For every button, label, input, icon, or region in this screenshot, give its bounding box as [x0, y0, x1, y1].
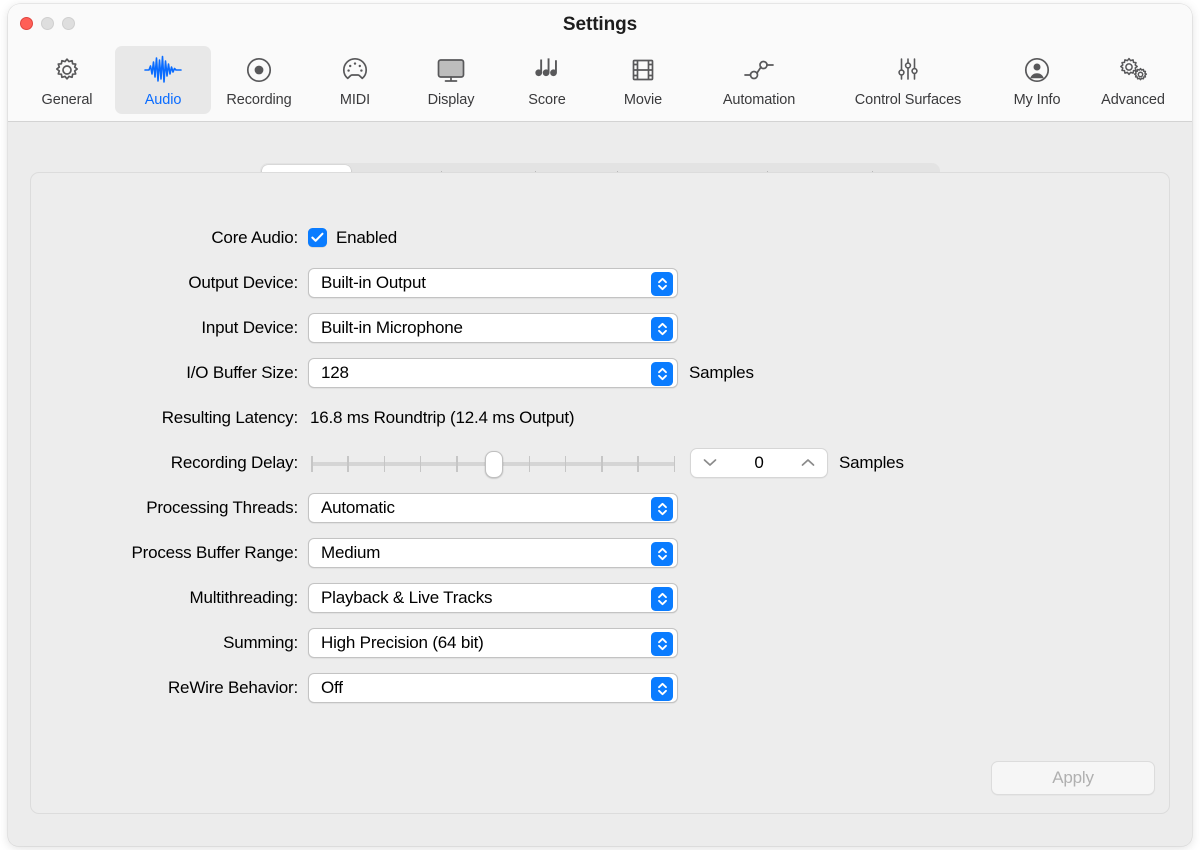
title-bar: Settings General Audio	[8, 4, 1192, 122]
row-process-buffer-range: Process Buffer Range: Medium	[31, 530, 1169, 575]
checkbox-checked-icon[interactable]	[308, 228, 327, 247]
recording-delay-value: 0	[754, 453, 763, 473]
record-dot-icon	[244, 53, 274, 87]
chevron-up-down-icon[interactable]	[651, 317, 673, 341]
resulting-latency-value: 16.8 ms Roundtrip (12.4 ms Output)	[308, 408, 574, 428]
recording-delay-slider[interactable]	[308, 448, 678, 478]
toolbar-item-audio[interactable]: Audio	[115, 46, 211, 114]
double-gear-icon	[1116, 53, 1150, 87]
chevron-up-down-icon[interactable]	[651, 677, 673, 701]
row-io-buffer-size: I/O Buffer Size: 128 Samples	[31, 350, 1169, 395]
settings-toolbar: General Audio Recordi	[8, 46, 1192, 114]
processing-threads-label: Processing Threads:	[31, 498, 308, 518]
output-device-value: Built-in Output	[309, 273, 426, 293]
film-strip-icon	[628, 53, 658, 87]
core-audio-label: Core Audio:	[31, 228, 308, 248]
row-output-device: Output Device: Built-in Output	[31, 260, 1169, 305]
resulting-latency-label: Resulting Latency:	[31, 408, 308, 428]
toolbar-item-label: General	[42, 92, 93, 108]
io-buffer-size-select[interactable]: 128	[308, 358, 678, 388]
chevron-up-down-icon[interactable]	[651, 362, 673, 386]
stepper-increment-icon[interactable]	[801, 458, 815, 467]
apply-button[interactable]: Apply	[991, 761, 1155, 795]
toolbar-item-label: Audio	[145, 92, 182, 108]
summing-select[interactable]: High Precision (64 bit)	[308, 628, 678, 658]
input-device-select[interactable]: Built-in Microphone	[308, 313, 678, 343]
core-audio-checkbox-group[interactable]: Enabled	[308, 228, 397, 248]
settings-form: Core Audio: Enabled Output Device: Built…	[31, 215, 1169, 710]
apply-button-row: Apply	[991, 761, 1155, 795]
recording-delay-stepper[interactable]: 0	[690, 448, 828, 478]
toolbar-item-score[interactable]: Score	[499, 46, 595, 114]
chevron-up-down-icon[interactable]	[651, 497, 673, 521]
row-recording-delay: Recording Delay:	[31, 440, 1169, 485]
summing-value: High Precision (64 bit)	[309, 633, 484, 653]
processing-threads-value: Automatic	[309, 498, 395, 518]
recording-delay-unit: Samples	[839, 453, 904, 473]
process-buffer-range-select[interactable]: Medium	[308, 538, 678, 568]
multithreading-select[interactable]: Playback & Live Tracks	[308, 583, 678, 613]
midi-connector-icon	[340, 53, 370, 87]
io-buffer-size-label: I/O Buffer Size:	[31, 363, 308, 383]
multithreading-label: Multithreading:	[31, 588, 308, 608]
toolbar-item-my-info[interactable]: My Info	[989, 46, 1085, 114]
rewire-behavior-select[interactable]: Off	[308, 673, 678, 703]
process-buffer-range-label: Process Buffer Range:	[31, 543, 308, 563]
stepper-decrement-icon[interactable]	[703, 458, 717, 467]
toolbar-item-label: My Info	[1014, 92, 1061, 108]
person-circle-icon	[1022, 53, 1052, 87]
chevron-up-down-icon[interactable]	[651, 542, 673, 566]
row-rewire-behavior: ReWire Behavior: Off	[31, 665, 1169, 710]
toolbar-item-recording[interactable]: Recording	[211, 46, 307, 114]
slider-thumb[interactable]	[485, 451, 503, 478]
window-title: Settings	[8, 14, 1192, 36]
chevron-up-down-icon[interactable]	[651, 272, 673, 296]
toolbar-item-midi[interactable]: MIDI	[307, 46, 403, 114]
row-processing-threads: Processing Threads: Automatic	[31, 485, 1169, 530]
toolbar-item-label: Automation	[723, 92, 795, 108]
input-device-label: Input Device:	[31, 318, 308, 338]
sliders-icon	[893, 53, 923, 87]
row-multithreading: Multithreading: Playback & Live Tracks	[31, 575, 1169, 620]
toolbar-item-automation[interactable]: Automation	[691, 46, 827, 114]
io-buffer-size-value: 128	[309, 363, 349, 383]
toolbar-item-label: MIDI	[340, 92, 370, 108]
row-input-device: Input Device: Built-in Microphone	[31, 305, 1169, 350]
automation-node-icon	[742, 53, 776, 87]
summing-label: Summing:	[31, 633, 308, 653]
core-audio-checkbox-label: Enabled	[336, 228, 397, 248]
processing-threads-select[interactable]: Automatic	[308, 493, 678, 523]
toolbar-item-label: Display	[428, 92, 475, 108]
chevron-up-down-icon[interactable]	[651, 632, 673, 656]
toolbar-item-advanced[interactable]: Advanced	[1085, 46, 1181, 114]
toolbar-item-label: Score	[528, 92, 565, 108]
output-device-label: Output Device:	[31, 273, 308, 293]
devices-settings-panel: Core Audio: Enabled Output Device: Built…	[30, 172, 1170, 814]
row-core-audio: Core Audio: Enabled	[31, 215, 1169, 260]
rewire-behavior-value: Off	[309, 678, 343, 698]
process-buffer-range-value: Medium	[309, 543, 380, 563]
toolbar-item-label: Advanced	[1101, 92, 1165, 108]
gear-icon	[52, 53, 82, 87]
io-buffer-size-unit: Samples	[689, 363, 754, 383]
music-notes-icon	[531, 53, 563, 87]
rewire-behavior-label: ReWire Behavior:	[31, 678, 308, 698]
settings-window: Settings General Audio	[8, 4, 1192, 846]
toolbar-item-label: Control Surfaces	[855, 92, 961, 108]
toolbar-item-display[interactable]: Display	[403, 46, 499, 114]
toolbar-item-label: Recording	[226, 92, 291, 108]
toolbar-item-label: Movie	[624, 92, 662, 108]
multithreading-value: Playback & Live Tracks	[309, 588, 492, 608]
row-summing: Summing: High Precision (64 bit)	[31, 620, 1169, 665]
toolbar-item-movie[interactable]: Movie	[595, 46, 691, 114]
toolbar-item-general[interactable]: General	[19, 46, 115, 114]
display-monitor-icon	[435, 53, 467, 87]
output-device-select[interactable]: Built-in Output	[308, 268, 678, 298]
chevron-up-down-icon[interactable]	[651, 587, 673, 611]
input-device-value: Built-in Microphone	[309, 318, 463, 338]
waveform-icon	[144, 53, 182, 87]
row-resulting-latency: Resulting Latency: 16.8 ms Roundtrip (12…	[31, 395, 1169, 440]
toolbar-item-control-surfaces[interactable]: Control Surfaces	[827, 46, 989, 114]
recording-delay-label: Recording Delay:	[31, 453, 308, 473]
